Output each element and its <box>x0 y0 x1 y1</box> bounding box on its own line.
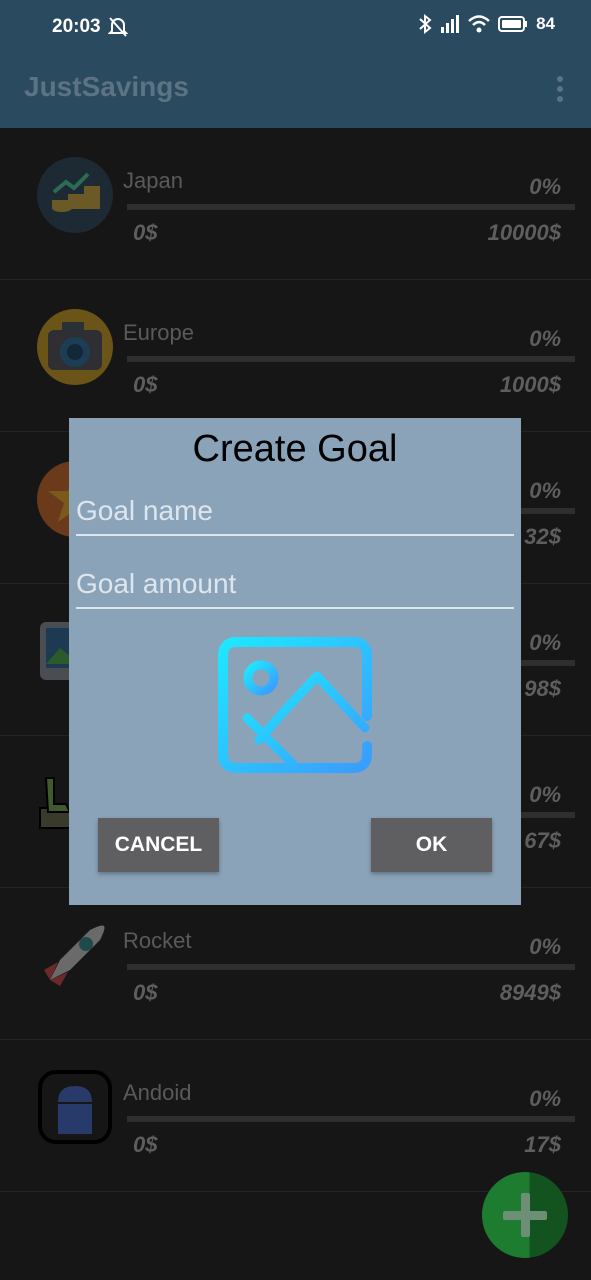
android-icon <box>38 1070 112 1144</box>
goal-percent: 0% <box>529 782 561 807</box>
goal-name: Andoid <box>123 1080 192 1105</box>
goal-progress-bar <box>127 204 575 210</box>
goal-row[interactable]: Andoid 0% 0$ 17$ <box>0 1040 591 1192</box>
overflow-menu-icon[interactable] <box>557 76 565 106</box>
app-title: JustSavings <box>24 71 189 102</box>
wifi-icon <box>468 15 490 33</box>
goal-name-field <box>76 488 514 536</box>
battery-icon <box>498 16 528 32</box>
status-time: 20:03 <box>52 16 101 37</box>
goal-target: 32$ <box>524 524 561 549</box>
dialog-title: Create Goal <box>192 428 398 470</box>
goal-amount-field <box>76 561 514 609</box>
goal-row[interactable]: Europe 0% 0$ 1000$ <box>0 280 591 432</box>
add-goal-button[interactable] <box>482 1172 568 1258</box>
goal-row[interactable]: Rocket 0% 0$ 8949$ <box>0 888 591 1040</box>
camera-icon <box>37 309 113 385</box>
bluetooth-icon <box>419 14 432 34</box>
goal-row[interactable]: Japan 0% 0$ 10000$ <box>0 128 591 280</box>
create-goal-dialog: Create Goal CANCEL OK <box>69 418 521 905</box>
goal-percent: 0% <box>529 478 561 503</box>
rocket-icon <box>44 925 105 986</box>
goal-percent: 0% <box>529 174 561 199</box>
ok-button[interactable]: OK <box>371 818 492 872</box>
goal-progress-bar <box>127 356 575 362</box>
goal-name: Rocket <box>123 928 192 953</box>
signal-icon <box>441 15 460 33</box>
goal-target: 1000$ <box>499 372 561 397</box>
goal-current: 0$ <box>133 1132 158 1157</box>
goal-percent: 0% <box>529 326 561 351</box>
goal-target: 98$ <box>524 676 561 701</box>
goal-name: Japan <box>123 168 183 193</box>
status-bar: 20:03 84 <box>0 0 591 56</box>
goal-target: 17$ <box>524 1132 561 1157</box>
savings-coins-icon <box>37 157 113 233</box>
image-placeholder-icon[interactable] <box>217 636 373 774</box>
goal-target: 67$ <box>524 828 561 853</box>
goal-current: 0$ <box>133 220 158 245</box>
goal-name: Europe <box>123 320 194 345</box>
battery-level: 84 <box>536 14 555 33</box>
goal-percent: 0% <box>529 1086 561 1111</box>
goal-percent: 0% <box>529 630 561 655</box>
goal-progress-bar <box>127 1116 575 1122</box>
app-bar: JustSavings <box>0 56 591 128</box>
status-icons: 84 <box>418 14 555 34</box>
goal-current: 0$ <box>133 980 158 1005</box>
bell-muted-icon <box>108 17 128 37</box>
goal-progress-bar <box>127 964 575 970</box>
goal-percent: 0% <box>529 934 561 959</box>
goal-target: 10000$ <box>487 220 561 245</box>
goal-target: 8949$ <box>499 980 561 1005</box>
goal-amount-input[interactable] <box>76 561 514 607</box>
goal-current: 0$ <box>133 372 158 397</box>
goal-name-input[interactable] <box>76 488 514 534</box>
cancel-button[interactable]: CANCEL <box>98 818 219 872</box>
